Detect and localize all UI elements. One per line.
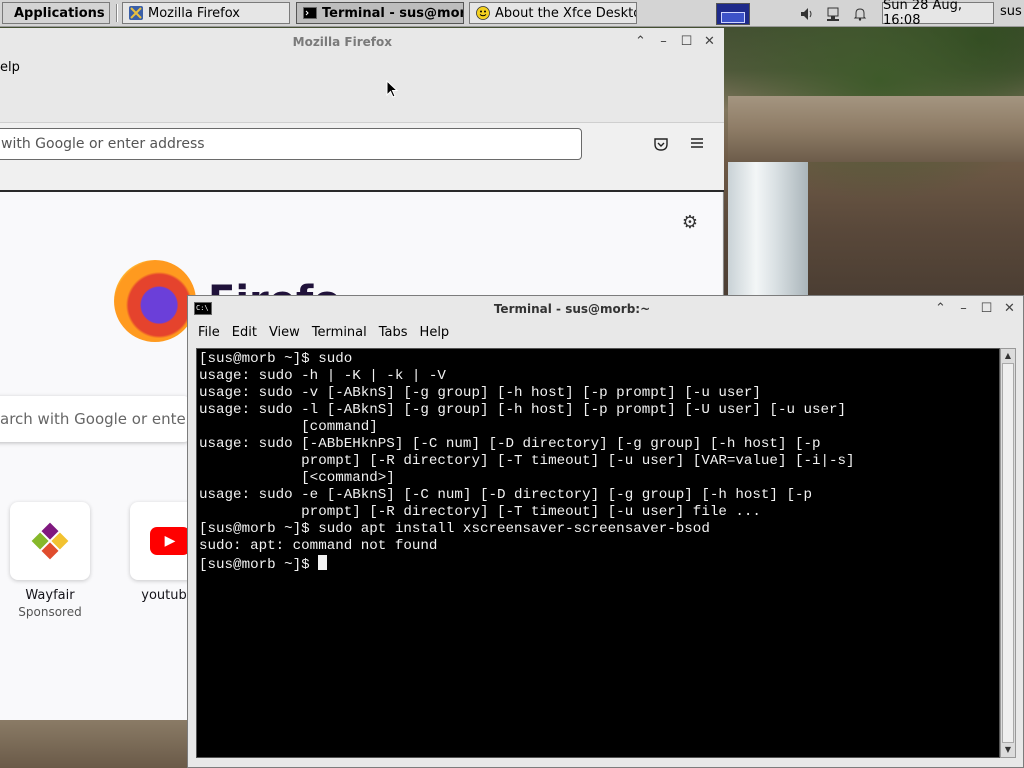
wallpaper-rock-lower [0,720,200,768]
newtab-search-input[interactable]: arch with Google or enter address [0,396,190,442]
terminal-line: usage: sudo -l [-ABknS] [-g group] [-h h… [199,402,847,418]
minimize-icon[interactable]: – [957,301,970,316]
terminal-line: usage: sudo [-ABbEHknPS] [-C num] [-D di… [199,436,821,452]
terminal-menubar: File Edit View Terminal Tabs Help [188,322,1023,346]
firefox-navbar: with Google or enter address [0,122,724,192]
taskbar-item-label: Mozilla Firefox [148,5,240,21]
applications-label: Applications [14,5,105,21]
taskbar-item-terminal[interactable]: Terminal - sus@mor... [296,2,464,24]
terminal-scrollbar-thumb[interactable] [1002,363,1014,743]
wallpaper-rock-ledge [728,96,1024,162]
terminal-line: [<command>] [199,470,395,486]
minimize-icon[interactable]: – [657,34,670,49]
mouse-pointer-icon [386,80,398,98]
terminal-line: prompt] [-R directory] [-T timeout] [-u … [199,504,761,520]
shade-icon[interactable]: ⌃ [934,301,947,316]
wayfair-icon [31,522,69,560]
firefox-titlebar[interactable]: Mozilla Firefox ⌃ – ☐ ✕ [0,28,724,56]
terminal-screen[interactable]: [sus@morb ~]$ sudo usage: sudo -h | -K | … [196,348,1000,758]
sponsored-label: Sponsored [18,605,82,619]
maximize-icon[interactable]: ☐ [980,301,993,316]
shortcut-tile-wayfair[interactable] [10,502,90,580]
workspace-switcher[interactable] [716,3,750,25]
close-icon[interactable]: ✕ [1003,301,1016,316]
taskbar-item-about-xfce[interactable]: About the Xfce Deskto... [469,2,637,24]
taskbar-item-firefox[interactable]: Mozilla Firefox [122,2,290,24]
wallpaper-waterfall [728,162,808,302]
terminal-line: usage: sudo -v [-ABknS] [-g group] [-h h… [199,385,761,401]
firefox-menubar: elp [0,56,724,122]
shortcut-label-wayfair: Wayfair [25,588,75,603]
hamburger-menu-icon[interactable] [688,134,706,152]
url-bar-placeholder: with Google or enter address [1,136,205,152]
terminal-prompt: [sus@morb ~]$ [199,557,319,573]
volume-icon[interactable] [797,4,817,24]
workspace-window-preview [721,12,745,23]
terminal-line: usage: sudo -e [-ABknS] [-C num] [-D dir… [199,487,812,503]
terminal-line: [command] [199,419,378,435]
taskbar-item-label: About the Xfce Deskto... [495,5,636,21]
firefox-logo-icon [114,260,196,342]
menu-view[interactable]: View [263,322,306,346]
terminal-line: sudo: apt: command not found [199,538,438,554]
terminal-line: usage: sudo -h | -K | -k | -V [199,368,446,384]
terminal-output: [sus@morb ~]$ sudo usage: sudo -h | -K | … [199,351,999,574]
terminal-line: [sus@morb ~]$ sudo apt install xscreensa… [199,521,710,537]
pocket-icon[interactable] [652,135,670,153]
youtube-play-icon: ▶ [150,527,190,555]
terminal-task-icon [303,7,317,19]
scroll-down-icon[interactable]: ▼ [1002,744,1014,756]
terminal-line: prompt] [-R directory] [-T timeout] [-u … [199,453,855,469]
notification-bell-icon[interactable] [850,4,870,24]
taskbar-item-label: Terminal - sus@mor... [322,5,464,21]
menu-tabs[interactable]: Tabs [373,322,414,346]
terminal-window-controls: ⌃ – ☐ ✕ [934,301,1016,316]
terminal-prompt-line: [sus@morb ~]$ [199,555,999,574]
top-panel: Applications Mozilla Firefox Terminal - … [0,0,1024,28]
panel-user-name[interactable]: sus [1000,4,1022,19]
menu-help[interactable]: Help [414,322,456,346]
terminal-window: C:\ Terminal - sus@morb:~ ⌃ – ☐ ✕ File E… [187,295,1024,768]
newtab-search-placeholder: arch with Google or enter address [0,410,190,428]
terminal-scrollbar[interactable]: ▲ ▼ [1000,348,1016,758]
terminal-window-title: Terminal - sus@morb:~ [493,302,651,316]
clock-text: Sun 28 Aug, 16:08 [883,0,963,28]
panel-separator [116,4,118,22]
menu-help[interactable]: elp [0,60,20,75]
shade-icon[interactable]: ⌃ [634,34,647,49]
applications-menu-button[interactable]: Applications [2,2,110,24]
network-icon[interactable] [823,4,843,24]
panel-clock[interactable]: Sun 28 Aug, 16:08 [882,0,994,28]
close-icon[interactable]: ✕ [703,34,716,49]
menu-file[interactable]: File [192,322,226,346]
menu-terminal[interactable]: Terminal [306,322,373,346]
terminal-line: [sus@morb ~]$ sudo [199,351,353,367]
smiley-icon [476,6,490,20]
firefox-task-icon [129,6,143,20]
scroll-up-icon[interactable]: ▲ [1002,350,1014,362]
firefox-window-controls: ⌃ – ☐ ✕ [634,34,716,49]
gear-icon[interactable]: ⚙ [680,212,700,233]
url-bar-input[interactable]: with Google or enter address [0,128,582,160]
maximize-icon[interactable]: ☐ [680,34,693,49]
terminal-titlebar[interactable]: C:\ Terminal - sus@morb:~ ⌃ – ☐ ✕ [188,296,1023,322]
terminal-cursor [318,555,328,570]
firefox-window-title: Mozilla Firefox [292,35,392,49]
menu-edit[interactable]: Edit [226,322,263,346]
